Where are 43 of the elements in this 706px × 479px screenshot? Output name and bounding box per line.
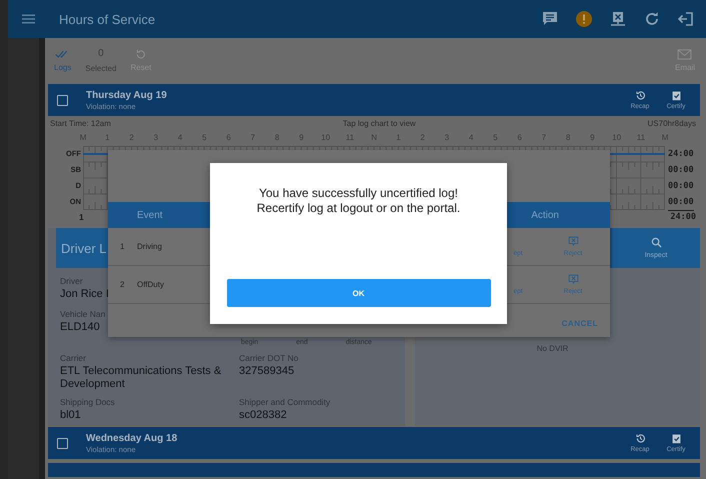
email-icon	[677, 49, 692, 60]
app-title: Hours of Service	[59, 12, 156, 26]
menu-icon[interactable]	[22, 14, 35, 24]
reject-icon	[568, 274, 578, 285]
day-title: Thursday Aug 19	[86, 90, 167, 100]
reject-icon	[568, 236, 578, 247]
message-icon[interactable]	[542, 11, 558, 27]
refresh-icon[interactable]	[644, 11, 660, 27]
field-value: ETL Telecommunications Tests & Development	[60, 365, 222, 391]
day-title: Wednesday Aug 18	[86, 432, 178, 444]
search-icon	[650, 237, 662, 248]
clipboard-check-icon	[670, 433, 682, 444]
chart-hint: Tap log chart to view	[342, 119, 416, 128]
history-icon	[634, 90, 646, 101]
rule-set: US70hr8days	[648, 119, 696, 128]
status-total: 00:00	[668, 164, 694, 177]
checkbox[interactable]	[57, 438, 68, 448]
checkbox[interactable]	[57, 94, 68, 106]
status-total: 24:00	[668, 148, 694, 161]
field-value: bl01	[60, 409, 81, 422]
history-icon	[634, 433, 646, 444]
alert-message: You have successfully uncertified log! Recertify log at logout or on the portal.	[256, 186, 460, 216]
start-time: Start Time: 12am	[50, 119, 111, 128]
logout-icon[interactable]	[678, 11, 694, 27]
event-name: Driving	[137, 242, 162, 251]
grand-total: 24:00	[670, 212, 696, 222]
clipboard-check-icon	[670, 90, 682, 101]
column-heading: Action	[531, 210, 559, 220]
status-total: 00:00	[668, 194, 694, 211]
warning-icon[interactable]	[576, 11, 592, 27]
field-value: 327589345	[239, 365, 294, 378]
event-number: 1	[120, 242, 126, 251]
status-total: 00:00	[668, 180, 694, 193]
event-number: 2	[120, 280, 126, 289]
field-value: sc028382	[239, 409, 287, 422]
device-x-icon[interactable]	[610, 11, 626, 27]
field-value: ELD140	[60, 321, 100, 334]
logs-tab[interactable]: Logs	[54, 49, 72, 72]
event-name: OffDuty	[137, 280, 164, 289]
ok-button[interactable]: OK	[226, 279, 490, 307]
column-heading: Event	[137, 210, 163, 220]
field-value: Jon Rice I	[60, 288, 109, 301]
chart-footer-number: 1	[79, 212, 84, 222]
